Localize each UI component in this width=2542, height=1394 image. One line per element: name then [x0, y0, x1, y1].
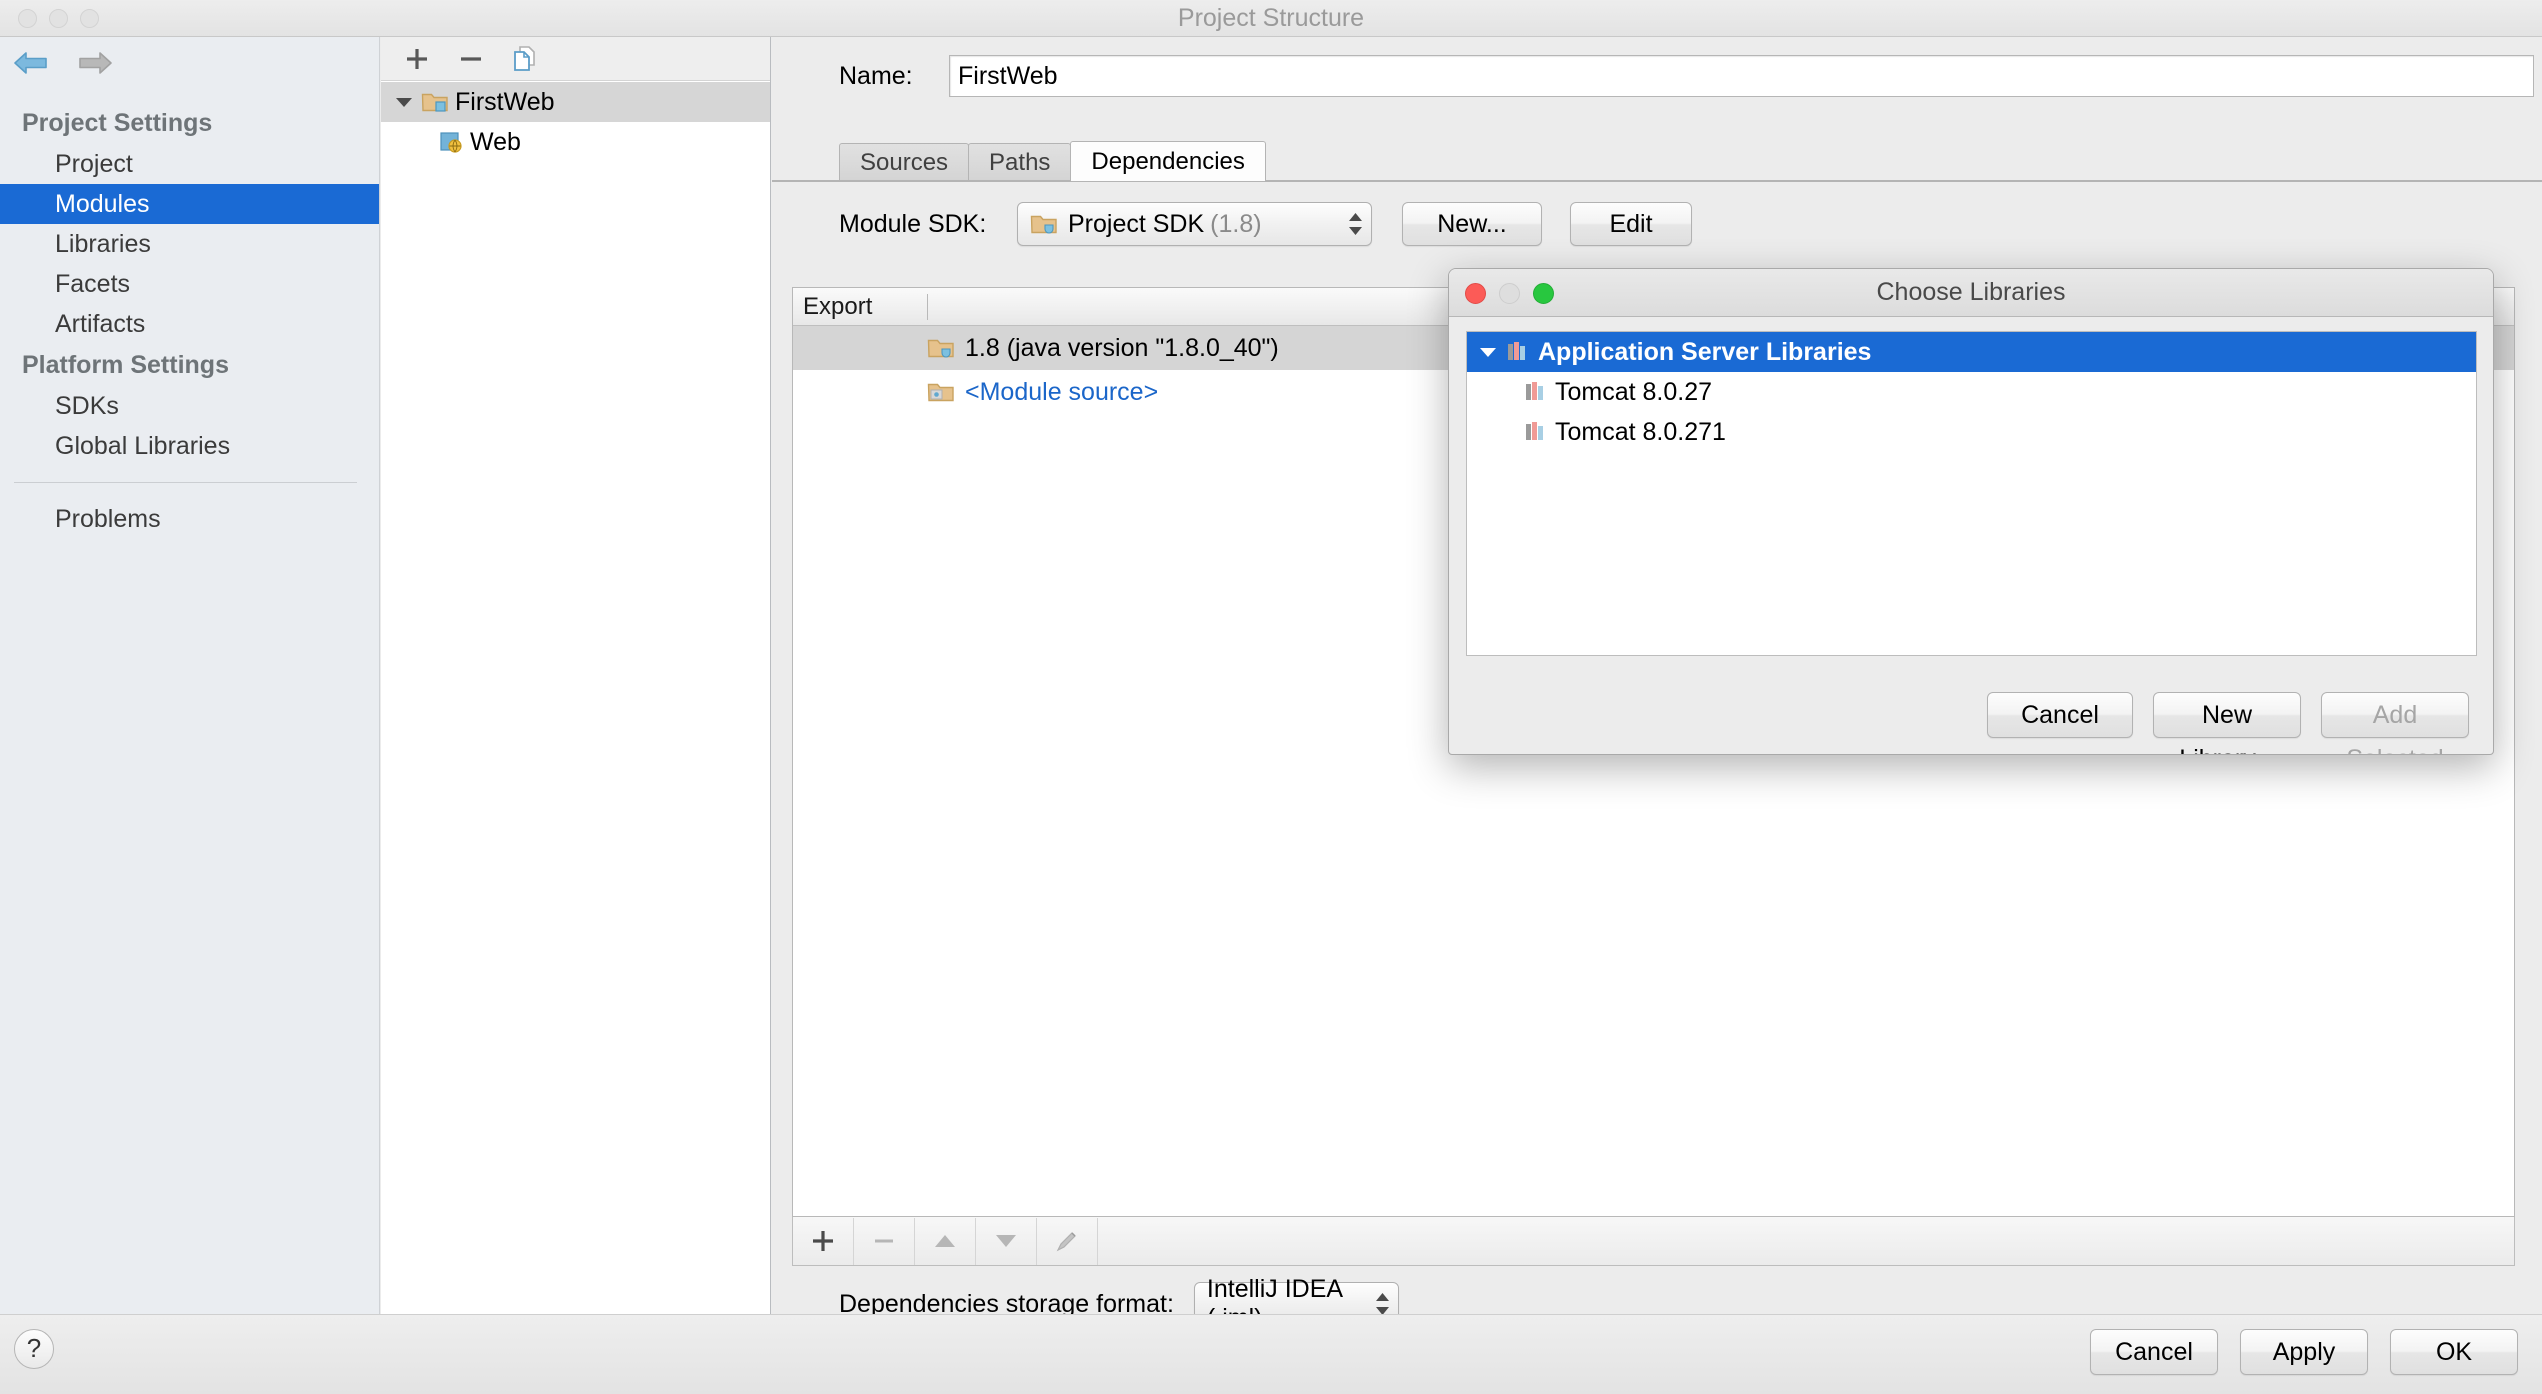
- jdk-folder-icon: [927, 336, 955, 360]
- libraries-tree: Application Server Libraries Tomcat 8.0.…: [1466, 331, 2477, 656]
- module-sdk-label: Module SDK:: [839, 209, 987, 238]
- modules-tree-panel: FirstWeb Web: [381, 37, 771, 1314]
- footer-buttons: Cancel Apply OK: [2090, 1329, 2518, 1375]
- modal-title: Choose Libraries: [1876, 278, 2066, 306]
- sidebar-group-platform-settings: Platform Settings: [22, 351, 229, 379]
- new-sdk-button[interactable]: New...: [1402, 202, 1542, 246]
- project-structure-window: Project Structure Project Settings Proje…: [0, 0, 2542, 1394]
- module-folder-icon: [421, 90, 449, 114]
- library-item-label: Tomcat 8.0.271: [1555, 417, 1726, 446]
- copy-module-button[interactable]: [503, 40, 547, 78]
- arrow-left-icon[interactable]: [14, 50, 48, 76]
- ok-button[interactable]: OK: [2390, 1329, 2518, 1375]
- library-icon: [1523, 380, 1549, 404]
- library-item-label: Tomcat 8.0.27: [1555, 377, 1713, 406]
- sidebar-divider: [14, 482, 357, 483]
- library-group-label: Application Server Libraries: [1538, 337, 1872, 366]
- tabs-underline: [772, 180, 2542, 182]
- tree-node-firstweb[interactable]: FirstWeb: [381, 82, 770, 122]
- new-library-button[interactable]: New Library...: [2153, 692, 2301, 754]
- choose-libraries-dialog: Choose Libraries Application Server Libr…: [1448, 268, 2494, 755]
- modal-footer: Cancel New Library... Add Selected: [1449, 676, 2493, 754]
- sidebar-group-project-settings: Project Settings: [22, 109, 213, 137]
- add-selected-button[interactable]: Add Selected: [2321, 692, 2469, 754]
- add-module-button[interactable]: [395, 40, 439, 78]
- module-sdk-select[interactable]: Project SDK (1.8): [1017, 202, 1372, 246]
- sidebar-item-sdks[interactable]: SDKs: [0, 386, 379, 426]
- edit-dependency-button[interactable]: [1037, 1217, 1098, 1265]
- help-button[interactable]: ?: [14, 1329, 54, 1369]
- web-facet-icon: [439, 130, 465, 154]
- module-name-input[interactable]: [949, 55, 2534, 97]
- modules-tree-toolbar: [381, 37, 770, 81]
- tab-sources[interactable]: Sources: [839, 143, 970, 181]
- dependency-name: 1.8 (java version "1.8.0_40"): [965, 333, 1279, 362]
- edit-sdk-button[interactable]: Edit: [1570, 202, 1692, 246]
- add-dependency-button[interactable]: [793, 1217, 854, 1265]
- library-icon: [1505, 340, 1531, 364]
- modal-cancel-button[interactable]: Cancel: [1987, 692, 2133, 738]
- dialog-footer: ? Cancel Apply OK: [0, 1314, 2542, 1394]
- column-divider[interactable]: [927, 293, 928, 320]
- modules-tree-rows: FirstWeb Web: [381, 82, 770, 162]
- remove-dependency-button[interactable]: [854, 1217, 915, 1265]
- window-title: Project Structure: [1177, 4, 1365, 32]
- sidebar-item-problems[interactable]: Problems: [0, 499, 379, 539]
- module-sdk-value: Project SDK: [1068, 209, 1205, 238]
- library-item-tomcat-8-0-271[interactable]: Tomcat 8.0.271: [1467, 412, 2476, 452]
- move-up-button[interactable]: [915, 1217, 976, 1265]
- module-sdk-row: Module SDK: Project SDK (1.8) New... Edi…: [772, 202, 1692, 246]
- sidebar-item-artifacts[interactable]: Artifacts: [0, 304, 379, 344]
- settings-nav-list: Project Settings Project Modules Librari…: [0, 102, 379, 539]
- sidebar-item-libraries[interactable]: Libraries: [0, 224, 379, 264]
- library-item-tomcat-8-0-27[interactable]: Tomcat 8.0.27: [1467, 372, 2476, 412]
- module-tabs: Sources Paths Dependencies: [839, 141, 1266, 181]
- chevron-down-icon[interactable]: [1471, 345, 1505, 359]
- dependency-name: <Module source>: [965, 377, 1159, 406]
- window-titlebar: Project Structure: [0, 0, 2542, 37]
- dependencies-toolbar: [792, 1217, 2515, 1266]
- navigation-arrows: [14, 50, 112, 76]
- settings-sidebar: Project Settings Project Modules Librari…: [0, 37, 380, 1314]
- tree-node-label: FirstWeb: [455, 87, 555, 116]
- stepper-icon[interactable]: [1348, 212, 1363, 236]
- cancel-button[interactable]: Cancel: [2090, 1329, 2218, 1375]
- module-name-row: Name:: [772, 55, 2542, 97]
- sidebar-item-facets[interactable]: Facets: [0, 264, 379, 304]
- module-sdk-version: (1.8): [1210, 209, 1262, 238]
- sidebar-item-project[interactable]: Project: [0, 144, 379, 184]
- module-name-label: Name:: [839, 61, 913, 90]
- remove-module-button[interactable]: [449, 40, 493, 78]
- move-down-button[interactable]: [976, 1217, 1037, 1265]
- tree-node-label: Web: [470, 127, 521, 156]
- tab-dependencies[interactable]: Dependencies: [1070, 141, 1266, 181]
- tab-paths[interactable]: Paths: [968, 143, 1072, 181]
- modal-titlebar: Choose Libraries: [1449, 269, 2493, 317]
- library-icon: [1523, 420, 1549, 444]
- jdk-folder-icon: [1030, 212, 1058, 236]
- sidebar-item-modules[interactable]: Modules: [0, 184, 379, 224]
- module-source-icon: [927, 380, 955, 404]
- apply-button[interactable]: Apply: [2240, 1329, 2368, 1375]
- column-header-export[interactable]: Export: [793, 293, 927, 321]
- sidebar-item-global-libraries[interactable]: Global Libraries: [0, 426, 379, 466]
- arrow-right-icon[interactable]: [78, 50, 112, 76]
- chevron-down-icon[interactable]: [387, 95, 421, 109]
- tree-node-web[interactable]: Web: [381, 122, 770, 162]
- stepper-icon[interactable]: [1375, 1292, 1390, 1316]
- library-group-application-server-libraries[interactable]: Application Server Libraries: [1467, 332, 2476, 372]
